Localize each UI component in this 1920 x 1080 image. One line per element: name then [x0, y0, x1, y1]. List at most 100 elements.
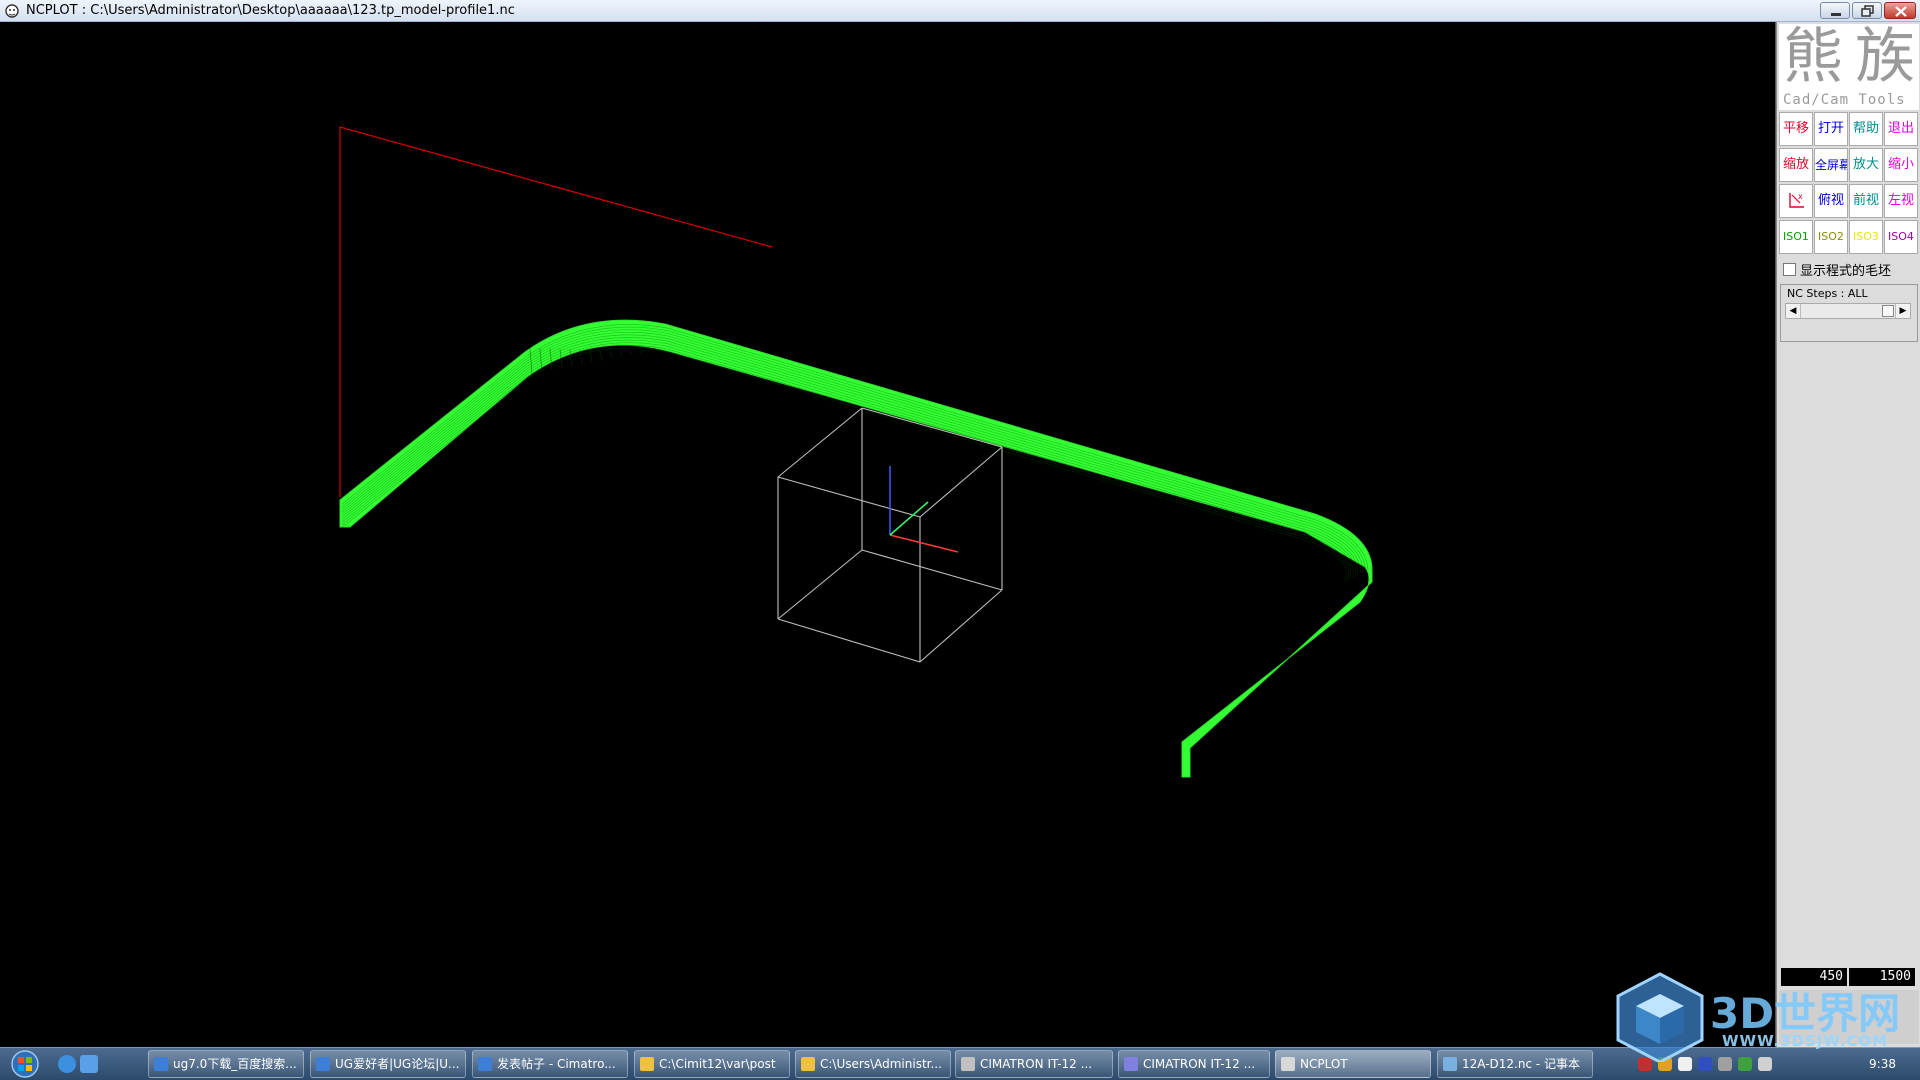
taskbar-item-label: C:\Users\Administr... — [820, 1057, 942, 1071]
taskbar-item-label: UG爱好者|UG论坛|U... — [335, 1057, 460, 1071]
taskbar-item-label: C:\Cimit12\var\post — [659, 1057, 776, 1071]
taskbar-item-icon — [154, 1057, 168, 1071]
taskbar-item[interactable]: UG爱好者|UG论坛|U... — [310, 1050, 466, 1078]
stock-box-edge — [919, 446, 1003, 518]
tool-button-3-3[interactable]: ISO4 — [1884, 220, 1918, 254]
nc-steps-scrollbar[interactable]: ◀ ▶ — [1785, 303, 1911, 319]
tool-button-1-3[interactable]: 缩小 — [1884, 148, 1918, 182]
toolpath-hatch-line — [341, 326, 1366, 572]
minimize-button[interactable] — [1820, 2, 1850, 19]
tool-button-1-0[interactable]: 缩放 — [1779, 148, 1813, 182]
stock-box-edge — [777, 407, 863, 478]
ie-quicklaunch-icon[interactable] — [58, 1055, 76, 1073]
stock-box-edge — [777, 476, 921, 518]
taskbar-item-label: 12A-D12.nc - 记事本 — [1462, 1057, 1581, 1071]
taskbar-item-label: CIMATRON IT-12 ... — [980, 1057, 1093, 1071]
taskbar-item-label: 发表帖子 - Cimatro... — [497, 1057, 616, 1071]
restore-button[interactable] — [1852, 2, 1882, 19]
tray-volume-icon[interactable] — [1758, 1057, 1772, 1071]
toolpath-hatch-line — [341, 324, 1369, 571]
tool-button-2-3[interactable]: 左视 — [1884, 184, 1918, 218]
origin-axes-icon — [889, 466, 959, 553]
y-axis-line — [889, 501, 929, 536]
taskbar-item-label: ug7.0下载_百度搜索... — [173, 1057, 297, 1071]
clock[interactable]: 9:38 — [1869, 1057, 1896, 1071]
stock-box-edge — [777, 549, 863, 620]
toolpath-hatch-line — [341, 339, 1354, 578]
x-axis-line — [889, 534, 959, 553]
taskbar-item[interactable]: C:\Users\Administr... — [795, 1050, 951, 1078]
tray-network-icon[interactable] — [1738, 1057, 1752, 1071]
taskbar-item[interactable]: 12A-D12.nc - 记事本 — [1437, 1050, 1593, 1078]
taskbar-item[interactable]: NCPLOT — [1275, 1050, 1431, 1078]
tool-button-2-1[interactable]: 俯视 — [1814, 184, 1848, 218]
toolpath-hatch-line — [341, 331, 1361, 574]
brand-logo: 熊族 Cad/Cam Tools — [1779, 22, 1920, 110]
toolpath-hatch-line — [589, 350, 593, 363]
toolpath-ribbon — [339, 319, 1373, 778]
taskbar-item-label: CIMATRON IT-12 ... — [1143, 1057, 1256, 1071]
tool-button-2-2[interactable]: 前视 — [1849, 184, 1883, 218]
tray-app-icon[interactable] — [1718, 1057, 1732, 1071]
close-button[interactable] — [1884, 2, 1916, 19]
tool-button-0-1[interactable]: 打开 — [1814, 112, 1848, 146]
toolpath-hatch-line — [599, 350, 603, 361]
watermark-cube-icon — [1616, 972, 1704, 1062]
tool-button-3-1[interactable]: ISO2 — [1814, 220, 1848, 254]
taskbar-item[interactable]: ug7.0下载_百度搜索... — [148, 1050, 304, 1078]
taskbar-item-icon — [801, 1057, 815, 1071]
stock-box-edge — [919, 589, 1003, 663]
scroll-right-icon[interactable]: ▶ — [1895, 304, 1910, 318]
browser-quicklaunch-icon[interactable] — [80, 1055, 98, 1073]
taskbar-item[interactable]: CIMATRON IT-12 ... — [955, 1050, 1113, 1078]
tool-button-3-0[interactable]: ISO1 — [1779, 220, 1813, 254]
logo-chars: 熊族 — [1783, 22, 1920, 92]
taskbar-item[interactable]: C:\Cimit12\var\post — [634, 1050, 790, 1078]
tool-button-1-1[interactable]: 全屏幕 — [1814, 148, 1848, 182]
rapid-move-line — [339, 126, 773, 497]
stock-box-edge — [777, 618, 921, 663]
nc-steps-label: NC Steps : ALL — [1787, 287, 1868, 300]
title-bar: NCPLOT : C:\Users\Administrator\Desktop\… — [0, 0, 1920, 22]
profile-toolpath — [339, 319, 1373, 778]
scroll-thumb[interactable] — [1882, 305, 1894, 317]
tool-button-3-2[interactable]: ISO3 — [1849, 220, 1883, 254]
watermark-url: WWW.3DSJW.COM — [1722, 1032, 1889, 1050]
stock-box-edge — [861, 549, 1003, 591]
rapid-move-lines — [339, 126, 773, 497]
ncplot-app-icon[interactable] — [4, 3, 20, 19]
logo-subtitle: Cad/Cam Tools — [1783, 92, 1906, 108]
toolpath-hatch-line — [629, 351, 633, 355]
toolpath-canvas — [339, 126, 1373, 778]
taskbar-item-icon — [961, 1057, 975, 1071]
toolpath-hatch-line — [341, 334, 1359, 576]
axis-icon[interactable]: x — [1779, 184, 1813, 218]
control-panel: 熊族 Cad/Cam Tools 平移 打开 帮助 退出缩放 全屏幕 放大 缩小 x 俯视 前视左… — [1776, 22, 1920, 1047]
show-stock-option[interactable]: 显示程式的毛坯 — [1783, 260, 1891, 279]
toolpath-hatch-line — [579, 349, 583, 365]
taskbar-item-label: NCPLOT — [1300, 1057, 1348, 1071]
toolpath-hatch-line — [619, 351, 623, 357]
watermark: 3D世界网 WWW.3DSJW.COM — [1610, 972, 1920, 1062]
toolpath-viewport[interactable] — [0, 22, 1776, 1047]
toolpath-hatch-line — [341, 329, 1364, 573]
toolpath-hatch-line — [609, 351, 613, 359]
taskbar-item[interactable]: CIMATRON IT-12 ... — [1118, 1050, 1270, 1078]
toolpath-hatch-line — [341, 337, 1356, 577]
start-button[interactable] — [4, 1049, 46, 1079]
toolpath-hatch — [341, 324, 1369, 582]
tool-button-0-3[interactable]: 退出 — [1884, 112, 1918, 146]
show-stock-checkbox[interactable] — [1783, 263, 1796, 276]
tool-button-0-0[interactable]: 平移 — [1779, 112, 1813, 146]
scroll-left-icon[interactable]: ◀ — [1786, 304, 1801, 318]
show-stock-label: 显示程式的毛坯 — [1800, 264, 1892, 279]
taskbar-item[interactable]: 发表帖子 - Cimatro... — [472, 1050, 628, 1078]
taskbar-item-icon — [1124, 1057, 1138, 1071]
taskbar-item-icon — [640, 1057, 654, 1071]
tool-button-0-2[interactable]: 帮助 — [1849, 112, 1883, 146]
tool-button-1-2[interactable]: 放大 — [1849, 148, 1883, 182]
nc-steps-group: NC Steps : ALL ◀ ▶ — [1780, 284, 1918, 342]
taskbar-item-icon — [1281, 1057, 1295, 1071]
svg-text:x: x — [1798, 192, 1803, 201]
window-title: NCPLOT : C:\Users\Administrator\Desktop\… — [26, 3, 515, 18]
